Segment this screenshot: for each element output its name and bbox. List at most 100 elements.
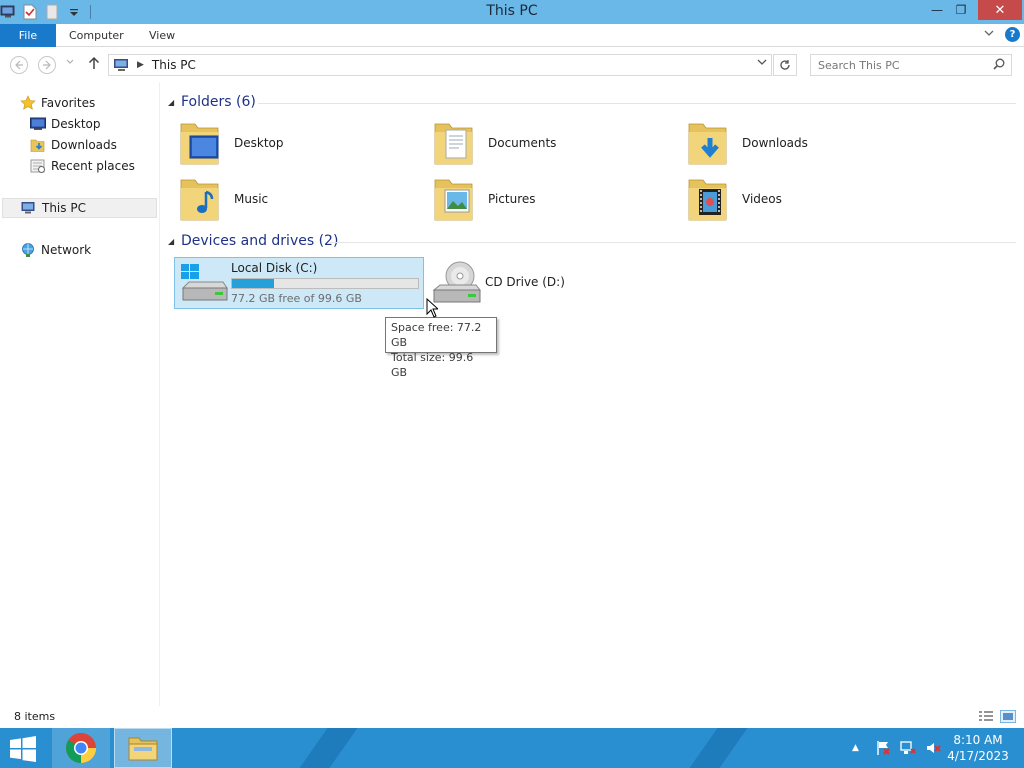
file-explorer-icon xyxy=(128,737,158,761)
breadcrumb[interactable]: This PC xyxy=(152,58,196,72)
taskbar-decoration xyxy=(285,728,365,768)
downloads-folder-icon xyxy=(30,137,46,153)
tab-file[interactable]: File xyxy=(0,24,56,47)
folder-label: Pictures xyxy=(488,192,536,206)
address-dropdown-icon[interactable] xyxy=(757,58,767,69)
desktop-folder-icon xyxy=(178,118,222,168)
window-title: This PC xyxy=(486,3,538,19)
sidebar-item-favorites[interactable]: Favorites xyxy=(20,93,95,113)
drive-label: Local Disk (C:) xyxy=(231,261,318,275)
sidebar-item-label: Recent places xyxy=(51,159,135,173)
folder-documents[interactable]: Documents xyxy=(432,117,632,169)
taskbar-clock[interactable]: 8:10 AM 4/17/2023 xyxy=(940,732,1016,764)
chrome-icon xyxy=(66,733,96,763)
close-button[interactable]: ✕ xyxy=(978,0,1022,20)
folder-videos[interactable]: Videos xyxy=(686,173,886,225)
network-icon xyxy=(20,242,36,258)
collapse-triangle-icon[interactable]: ◢ xyxy=(168,98,174,107)
drive-free-space: 77.2 GB free of 99.6 GB xyxy=(231,292,362,305)
action-center-flag-icon[interactable] xyxy=(875,740,891,756)
folder-downloads[interactable]: Downloads xyxy=(686,117,886,169)
windows-start-icon[interactable] xyxy=(8,736,38,762)
drive-label: CD Drive (D:) xyxy=(485,275,565,289)
drive-usage-bar xyxy=(231,278,419,289)
mouse-cursor-icon xyxy=(426,298,438,318)
sidebar-item-label: Desktop xyxy=(51,117,101,131)
item-count: 8 items xyxy=(14,710,56,723)
sidebar-item-label: This PC xyxy=(42,201,86,215)
details-view-icon[interactable] xyxy=(978,710,994,723)
system-tray xyxy=(866,728,941,768)
folder-desktop[interactable]: Desktop xyxy=(178,117,378,169)
expand-ribbon-icon[interactable] xyxy=(984,27,994,40)
sidebar-item-label: Downloads xyxy=(51,138,117,152)
documents-folder-icon xyxy=(432,118,476,168)
volume-muted-icon[interactable] xyxy=(925,740,941,756)
tooltip-total-size: Total size: 99.6 GB xyxy=(391,351,474,379)
sidebar-item-label: Network xyxy=(41,243,92,257)
taskbar-file-explorer[interactable] xyxy=(114,728,172,768)
hard-drive-icon xyxy=(179,262,229,306)
folder-music[interactable]: Music xyxy=(178,173,378,225)
title-bar: This PC — ❐ ✕ xyxy=(0,0,1024,24)
recent-places-icon xyxy=(30,158,46,174)
tooltip-space-free: Space free: 77.2 GB xyxy=(391,321,482,349)
taskbar-chrome[interactable] xyxy=(52,728,110,768)
devices-group-header[interactable]: ◢ Devices and drives (2) xyxy=(168,232,1016,252)
sidebar-item-recent-places[interactable]: Recent places xyxy=(30,156,135,176)
computer-icon xyxy=(21,200,37,216)
navigation-bar: ▶ This PC xyxy=(0,48,1024,82)
search-input[interactable] xyxy=(811,55,989,75)
drive-cd-d[interactable]: CD Drive (D:) xyxy=(430,258,630,308)
group-header-label: Devices and drives (2) xyxy=(181,233,339,249)
sidebar-item-desktop[interactable]: Desktop xyxy=(30,114,101,134)
help-icon[interactable]: ? xyxy=(1005,27,1020,42)
status-bar: 8 items xyxy=(0,706,1024,728)
address-bar[interactable]: ▶ This PC xyxy=(108,54,772,76)
clock-time: 8:10 AM xyxy=(953,733,1003,747)
minimize-button[interactable]: — xyxy=(926,0,948,20)
folder-label: Music xyxy=(234,192,269,206)
drive-usage-fill xyxy=(232,279,274,288)
network-status-icon[interactable] xyxy=(900,740,916,756)
clock-date: 4/17/2023 xyxy=(947,749,1009,763)
computer-icon xyxy=(113,58,131,72)
forward-button[interactable] xyxy=(38,56,56,74)
show-hidden-icons[interactable]: ▲ xyxy=(852,728,859,768)
collapse-triangle-icon[interactable]: ◢ xyxy=(168,237,174,246)
desktop-icon xyxy=(30,116,46,132)
videos-folder-icon xyxy=(686,174,730,224)
search-box[interactable] xyxy=(810,54,1012,76)
tab-view[interactable]: View xyxy=(149,29,175,42)
folders-group-header[interactable]: ◢ Folders (6) xyxy=(168,93,1016,113)
maximize-button[interactable]: ❐ xyxy=(950,0,972,20)
folder-label: Videos xyxy=(742,192,782,206)
recent-locations-icon[interactable] xyxy=(66,58,74,68)
tab-computer[interactable]: Computer xyxy=(69,29,124,42)
pictures-folder-icon xyxy=(432,174,476,224)
breadcrumb-separator-icon[interactable]: ▶ xyxy=(137,60,144,70)
folder-label: Desktop xyxy=(234,136,284,150)
folder-label: Documents xyxy=(488,136,557,150)
drive-tooltip: Space free: 77.2 GB Total size: 99.6 GB xyxy=(385,317,497,379)
folder-pictures[interactable]: Pictures xyxy=(432,173,632,225)
search-icon[interactable] xyxy=(993,58,1005,70)
drive-local-disk-c[interactable]: Local Disk (C:) 77.2 GB free of 99.6 GB xyxy=(174,257,424,309)
sidebar-item-this-pc[interactable]: This PC xyxy=(2,198,157,218)
group-divider xyxy=(258,103,1016,104)
downloads-folder-icon xyxy=(686,118,730,168)
taskbar-decoration xyxy=(675,728,755,768)
group-header-label: Folders (6) xyxy=(181,94,256,110)
large-icons-view-icon[interactable] xyxy=(1000,710,1016,723)
sidebar-item-downloads[interactable]: Downloads xyxy=(30,135,117,155)
star-icon xyxy=(20,95,36,111)
refresh-button[interactable] xyxy=(773,54,797,76)
music-folder-icon xyxy=(178,174,222,224)
back-button[interactable] xyxy=(10,56,28,74)
folder-label: Downloads xyxy=(742,136,808,150)
sidebar-item-label: Favorites xyxy=(41,96,96,110)
sidebar-item-network[interactable]: Network xyxy=(20,240,91,260)
group-divider xyxy=(330,242,1016,243)
taskbar: ▲ 8:10 AM 4/17/2023 xyxy=(0,728,1024,768)
up-arrow-icon[interactable] xyxy=(88,56,100,74)
